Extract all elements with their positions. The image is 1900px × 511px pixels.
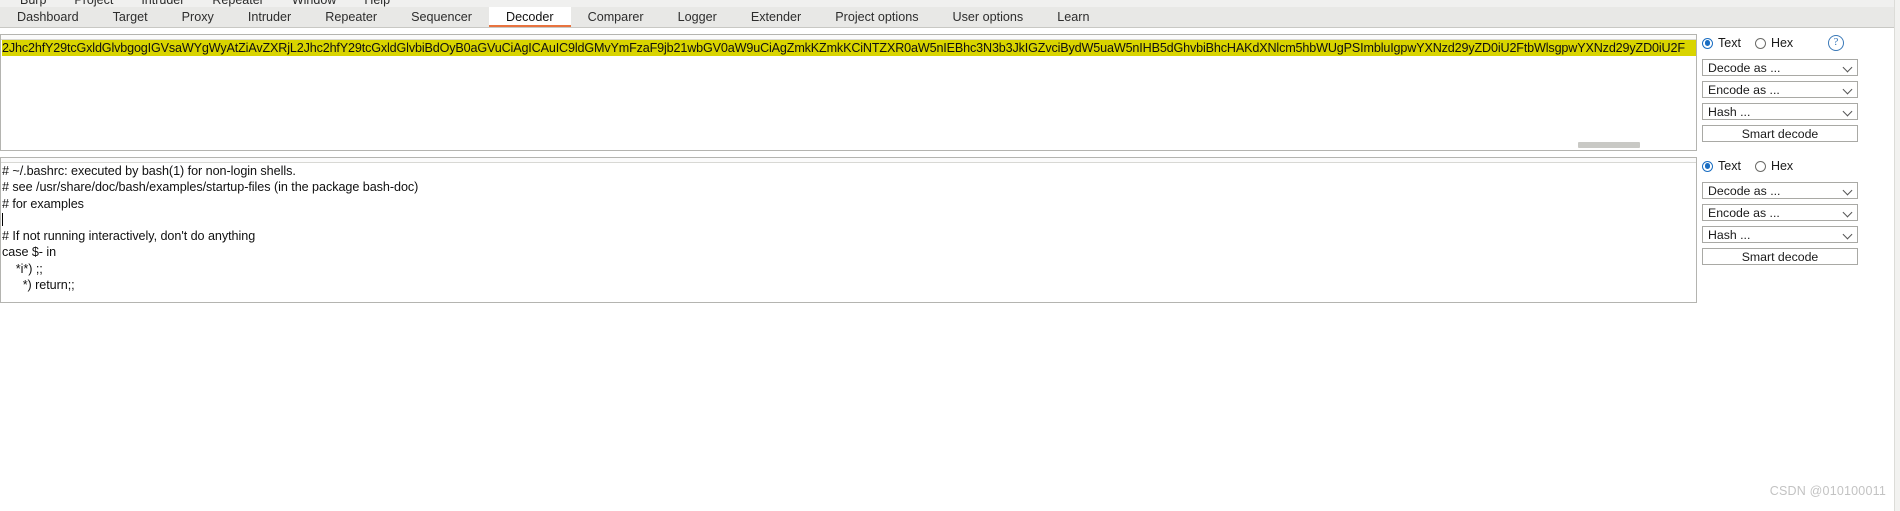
decoded-hash-label: Hash ... bbox=[1708, 227, 1751, 242]
encoded-smart-decode-button[interactable]: Smart decode bbox=[1702, 125, 1858, 142]
window-right-edge bbox=[1894, 0, 1900, 511]
encoded-hash-label: Hash ... bbox=[1708, 104, 1751, 119]
encoded-format-radios[interactable]: Text Hex ? bbox=[1702, 34, 1900, 52]
tab-repeater[interactable]: Repeater bbox=[308, 7, 394, 27]
encoded-hex-radio-icon[interactable] bbox=[1754, 37, 1766, 49]
decoded-decode-as-label: Decode as ... bbox=[1708, 183, 1781, 198]
chevron-down-icon bbox=[1842, 62, 1853, 73]
encoded-hash-dropdown[interactable]: Hash ... bbox=[1702, 103, 1858, 120]
tab-sequencer[interactable]: Sequencer bbox=[394, 7, 489, 27]
encoded-row: 2Jhc2hfY29tcGxldGlvbgogIGVsaWYgWyAtZiAvZ… bbox=[0, 34, 1900, 151]
decoder-workspace: 2Jhc2hfY29tcGxldGlvbgogIGVsaWYgWyAtZiAvZ… bbox=[0, 29, 1900, 511]
help-icon[interactable]: ? bbox=[1828, 35, 1844, 51]
menu-item-window[interactable]: Window bbox=[278, 0, 350, 7]
tab-extender[interactable]: Extender bbox=[734, 7, 818, 27]
encoded-encode-as-dropdown[interactable]: Encode as ... bbox=[1702, 81, 1858, 98]
tab-proxy[interactable]: Proxy bbox=[165, 7, 231, 27]
encoded-text-content[interactable]: 2Jhc2hfY29tcGxldGlvbgogIGVsaWYgWyAtZiAvZ… bbox=[2, 40, 1696, 57]
encoded-horizontal-scrollbar[interactable] bbox=[2, 141, 1695, 149]
menu-item-intruder[interactable]: Intruder bbox=[127, 0, 198, 7]
decoded-controls-panel: Text Hex Decode as ... Encode as ... Has… bbox=[1702, 157, 1900, 303]
encoded-text-radio-icon[interactable] bbox=[1702, 37, 1713, 49]
decoded-line: case $- in bbox=[2, 245, 57, 260]
decoded-line: # see /usr/share/doc/bash/examples/start… bbox=[2, 180, 419, 195]
chevron-down-icon bbox=[1842, 185, 1853, 196]
decoded-encode-as-label: Encode as ... bbox=[1708, 205, 1780, 220]
tab-comparer[interactable]: Comparer bbox=[571, 7, 661, 27]
decoded-text-content[interactable]: # ~/.bashrc: executed by bash(1) for non… bbox=[2, 163, 1696, 293]
tab-user-options[interactable]: User options bbox=[936, 7, 1041, 27]
chevron-down-icon bbox=[1842, 84, 1853, 95]
decoded-format-radios[interactable]: Text Hex bbox=[1702, 157, 1900, 175]
encoded-decode-as-label: Decode as ... bbox=[1708, 60, 1781, 75]
tab-learn[interactable]: Learn bbox=[1040, 7, 1106, 27]
chevron-down-icon bbox=[1842, 229, 1853, 240]
encoded-text-editor[interactable]: 2Jhc2hfY29tcGxldGlvbgogIGVsaWYgWyAtZiAvZ… bbox=[0, 34, 1697, 151]
decoded-line: # If not running interactively, don't do… bbox=[2, 229, 256, 244]
tab-decoder[interactable]: Decoder bbox=[488, 7, 571, 27]
menu-item-project[interactable]: Project bbox=[60, 0, 127, 7]
decoded-line: *) return;; bbox=[2, 278, 75, 293]
menu-item-repeater[interactable]: Repeater bbox=[198, 0, 277, 7]
decoded-row: # ~/.bashrc: executed by bash(1) for non… bbox=[0, 157, 1900, 303]
encoded-controls-panel: Text Hex ? Decode as ... Encode as ... H… bbox=[1702, 34, 1900, 151]
tab-project-options[interactable]: Project options bbox=[818, 7, 935, 27]
decoded-hex-radio-label[interactable]: Hex bbox=[1771, 159, 1793, 173]
tab-target[interactable]: Target bbox=[96, 7, 165, 27]
encoded-encode-as-label: Encode as ... bbox=[1708, 82, 1780, 97]
decoded-hex-radio-icon[interactable] bbox=[1754, 160, 1766, 172]
decoded-line: # ~/.bashrc: executed by bash(1) for non… bbox=[2, 164, 296, 178]
decoded-text-radio-icon[interactable] bbox=[1702, 160, 1713, 172]
tab-dashboard[interactable]: Dashboard bbox=[0, 7, 96, 27]
encoded-scrollbar-thumb[interactable] bbox=[1578, 142, 1640, 148]
menu-item-help[interactable]: Help bbox=[350, 0, 404, 7]
encoded-decode-as-dropdown[interactable]: Decode as ... bbox=[1702, 59, 1858, 76]
encoded-text-radio-label[interactable]: Text bbox=[1718, 36, 1741, 50]
chevron-down-icon bbox=[1842, 207, 1853, 218]
decoded-line: # for examples bbox=[2, 196, 84, 211]
main-tab-strip[interactable]: Dashboard Target Proxy Intruder Repeater… bbox=[0, 7, 1900, 28]
watermark: CSDN @010100011 bbox=[1769, 484, 1886, 498]
decoded-line: *i*) ;; bbox=[2, 261, 43, 276]
chevron-down-icon bbox=[1842, 106, 1853, 117]
menu-item-burp[interactable]: Burp bbox=[6, 0, 60, 7]
application-menubar[interactable]: Burp Project Intruder Repeater Window He… bbox=[0, 0, 1900, 7]
decoded-hash-dropdown[interactable]: Hash ... bbox=[1702, 226, 1858, 243]
encoded-hex-radio-label[interactable]: Hex bbox=[1771, 36, 1793, 50]
tab-logger[interactable]: Logger bbox=[661, 7, 734, 27]
decoded-smart-decode-button[interactable]: Smart decode bbox=[1702, 248, 1858, 265]
decoded-encode-as-dropdown[interactable]: Encode as ... bbox=[1702, 204, 1858, 221]
decoded-text-editor[interactable]: # ~/.bashrc: executed by bash(1) for non… bbox=[0, 157, 1697, 303]
text-caret bbox=[2, 212, 3, 226]
tab-intruder[interactable]: Intruder bbox=[231, 7, 308, 27]
decoded-decode-as-dropdown[interactable]: Decode as ... bbox=[1702, 182, 1858, 199]
decoded-text-radio-label[interactable]: Text bbox=[1718, 159, 1741, 173]
